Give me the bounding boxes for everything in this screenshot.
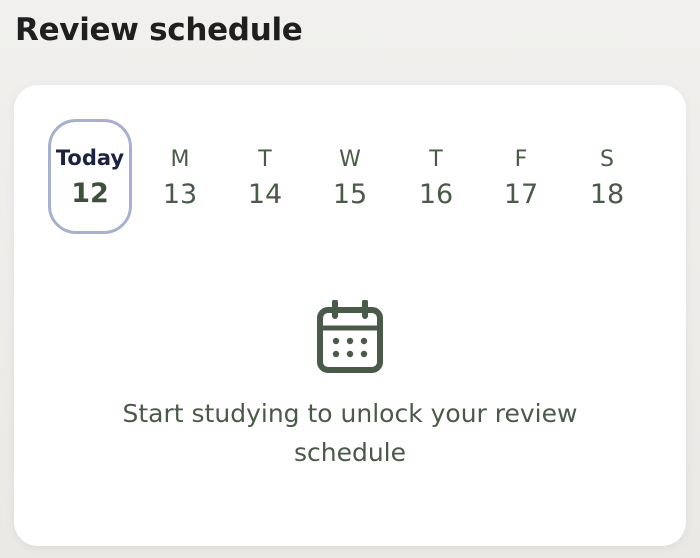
page-title: Review schedule — [15, 12, 303, 48]
day-label: S — [600, 147, 614, 172]
day-label: T — [258, 147, 272, 172]
day-label: M — [170, 147, 190, 172]
week-strip: Today 12 M 13 T 14 W 15 T 16 F 17 S 18 — [46, 119, 646, 239]
day-tuesday[interactable]: T 14 — [222, 119, 308, 239]
day-monday[interactable]: M 13 — [137, 119, 223, 239]
day-number: 13 — [162, 179, 198, 210]
day-number: 18 — [589, 179, 625, 210]
empty-state: Start studying to unlock your review sch… — [14, 300, 686, 472]
review-schedule-card: Today 12 M 13 T 14 W 15 T 16 F 17 S 18 S… — [14, 85, 686, 546]
day-friday[interactable]: F 17 — [478, 119, 564, 239]
calendar-icon — [317, 300, 383, 373]
day-thursday[interactable]: T 16 — [393, 119, 479, 239]
day-number: 15 — [332, 179, 368, 210]
day-label: F — [514, 147, 528, 172]
day-number: 16 — [418, 179, 454, 210]
day-label: T — [429, 147, 443, 172]
day-label: W — [339, 147, 361, 172]
day-wednesday[interactable]: W 15 — [307, 119, 393, 239]
day-today[interactable]: Today 12 — [48, 119, 132, 234]
empty-state-message: Start studying to unlock your review sch… — [122, 399, 578, 467]
day-number: 14 — [247, 179, 283, 210]
day-number: 17 — [503, 179, 539, 210]
day-number: 12 — [71, 178, 109, 209]
day-saturday[interactable]: S 18 — [564, 119, 650, 239]
day-label: Today — [55, 146, 125, 170]
